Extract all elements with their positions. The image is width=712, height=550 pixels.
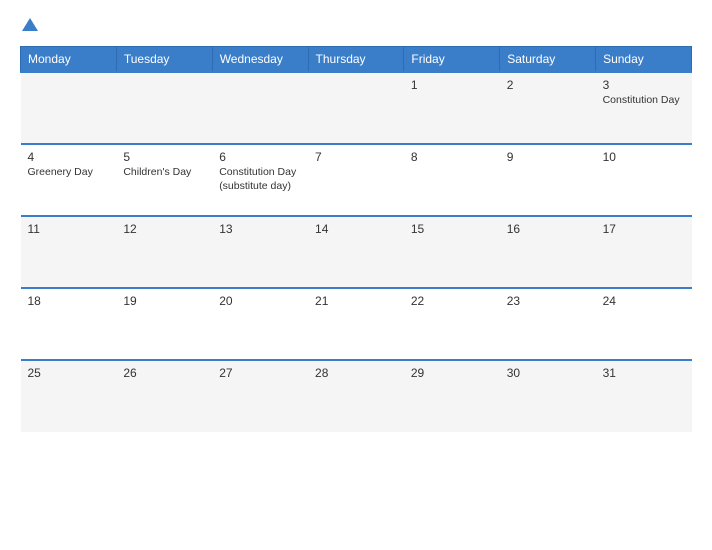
calendar-cell bbox=[212, 72, 308, 144]
calendar-cell: 24 bbox=[596, 288, 692, 360]
calendar-cell: 13 bbox=[212, 216, 308, 288]
calendar-cell: 23 bbox=[500, 288, 596, 360]
cell-date: 31 bbox=[603, 366, 685, 380]
calendar-cell: 18 bbox=[21, 288, 117, 360]
calendar-cell: 15 bbox=[404, 216, 500, 288]
cell-date: 10 bbox=[603, 150, 685, 164]
calendar-header bbox=[20, 18, 692, 32]
logo bbox=[20, 18, 38, 32]
cell-date: 27 bbox=[219, 366, 301, 380]
cell-date: 24 bbox=[603, 294, 685, 308]
cell-date: 19 bbox=[123, 294, 205, 308]
calendar-cell: 19 bbox=[116, 288, 212, 360]
cell-date: 2 bbox=[507, 78, 589, 92]
calendar-cell: 14 bbox=[308, 216, 404, 288]
cell-date: 18 bbox=[28, 294, 110, 308]
calendar-cell: 22 bbox=[404, 288, 500, 360]
calendar-cell: 5 Children's Day bbox=[116, 144, 212, 216]
calendar-cell: 3 Constitution Day bbox=[596, 72, 692, 144]
cell-date: 4 bbox=[28, 150, 110, 164]
calendar-cell: 2 bbox=[500, 72, 596, 144]
calendar-cell: 12 bbox=[116, 216, 212, 288]
cell-date: 17 bbox=[603, 222, 685, 236]
day-header-saturday: Saturday bbox=[500, 47, 596, 73]
calendar-week-3: 11 12 13 14 15 16 17 bbox=[21, 216, 692, 288]
calendar-table: MondayTuesdayWednesdayThursdayFridaySatu… bbox=[20, 46, 692, 432]
calendar-cell bbox=[21, 72, 117, 144]
cell-date: 30 bbox=[507, 366, 589, 380]
calendar-week-1: 123 Constitution Day bbox=[21, 72, 692, 144]
cell-date: 15 bbox=[411, 222, 493, 236]
calendar-cell: 31 bbox=[596, 360, 692, 432]
cell-date: 3 bbox=[603, 78, 685, 92]
cell-date: 29 bbox=[411, 366, 493, 380]
calendar-week-4: 18 19 20 21 22 23 24 bbox=[21, 288, 692, 360]
cell-event: Greenery Day bbox=[28, 166, 110, 180]
cell-date: 12 bbox=[123, 222, 205, 236]
calendar-cell: 10 bbox=[596, 144, 692, 216]
cell-date: 7 bbox=[315, 150, 397, 164]
calendar-cell: 6 Constitution Day (substitute day) bbox=[212, 144, 308, 216]
calendar-cell: 11 bbox=[21, 216, 117, 288]
calendar-cell bbox=[116, 72, 212, 144]
calendar-cell: 30 bbox=[500, 360, 596, 432]
day-header-friday: Friday bbox=[404, 47, 500, 73]
calendar-cell: 27 bbox=[212, 360, 308, 432]
calendar-cell: 17 bbox=[596, 216, 692, 288]
calendar-cell: 20 bbox=[212, 288, 308, 360]
cell-date: 13 bbox=[219, 222, 301, 236]
cell-date: 16 bbox=[507, 222, 589, 236]
day-header-tuesday: Tuesday bbox=[116, 47, 212, 73]
cell-event: Constitution Day (substitute day) bbox=[219, 166, 301, 193]
calendar-cell: 29 bbox=[404, 360, 500, 432]
calendar-cell: 16 bbox=[500, 216, 596, 288]
cell-date: 28 bbox=[315, 366, 397, 380]
calendar-cell: 4 Greenery Day bbox=[21, 144, 117, 216]
cell-date: 1 bbox=[411, 78, 493, 92]
day-header-thursday: Thursday bbox=[308, 47, 404, 73]
calendar-cell: 8 bbox=[404, 144, 500, 216]
day-header-monday: Monday bbox=[21, 47, 117, 73]
cell-date: 25 bbox=[28, 366, 110, 380]
calendar-cell: 9 bbox=[500, 144, 596, 216]
calendar-page: MondayTuesdayWednesdayThursdayFridaySatu… bbox=[0, 0, 712, 550]
cell-date: 23 bbox=[507, 294, 589, 308]
day-header-wednesday: Wednesday bbox=[212, 47, 308, 73]
logo-triangle-icon bbox=[22, 18, 38, 31]
cell-event: Children's Day bbox=[123, 166, 205, 180]
cell-date: 8 bbox=[411, 150, 493, 164]
cell-date: 11 bbox=[28, 222, 110, 236]
day-header-sunday: Sunday bbox=[596, 47, 692, 73]
calendar-header-row: MondayTuesdayWednesdayThursdayFridaySatu… bbox=[21, 47, 692, 73]
calendar-week-2: 4 Greenery Day 5 Children's Day 6 Constitutio… bbox=[21, 144, 692, 216]
cell-date: 26 bbox=[123, 366, 205, 380]
calendar-week-5: 25 26 27 28 29 30 31 bbox=[21, 360, 692, 432]
cell-date: 20 bbox=[219, 294, 301, 308]
cell-date: 22 bbox=[411, 294, 493, 308]
calendar-cell bbox=[308, 72, 404, 144]
calendar-cell: 21 bbox=[308, 288, 404, 360]
calendar-cell: 7 bbox=[308, 144, 404, 216]
calendar-cell: 28 bbox=[308, 360, 404, 432]
cell-date: 21 bbox=[315, 294, 397, 308]
calendar-cell: 25 bbox=[21, 360, 117, 432]
cell-date: 14 bbox=[315, 222, 397, 236]
cell-date: 5 bbox=[123, 150, 205, 164]
calendar-cell: 26 bbox=[116, 360, 212, 432]
cell-date: 9 bbox=[507, 150, 589, 164]
cell-event: Constitution Day bbox=[603, 94, 685, 108]
cell-date: 6 bbox=[219, 150, 301, 164]
calendar-cell: 1 bbox=[404, 72, 500, 144]
